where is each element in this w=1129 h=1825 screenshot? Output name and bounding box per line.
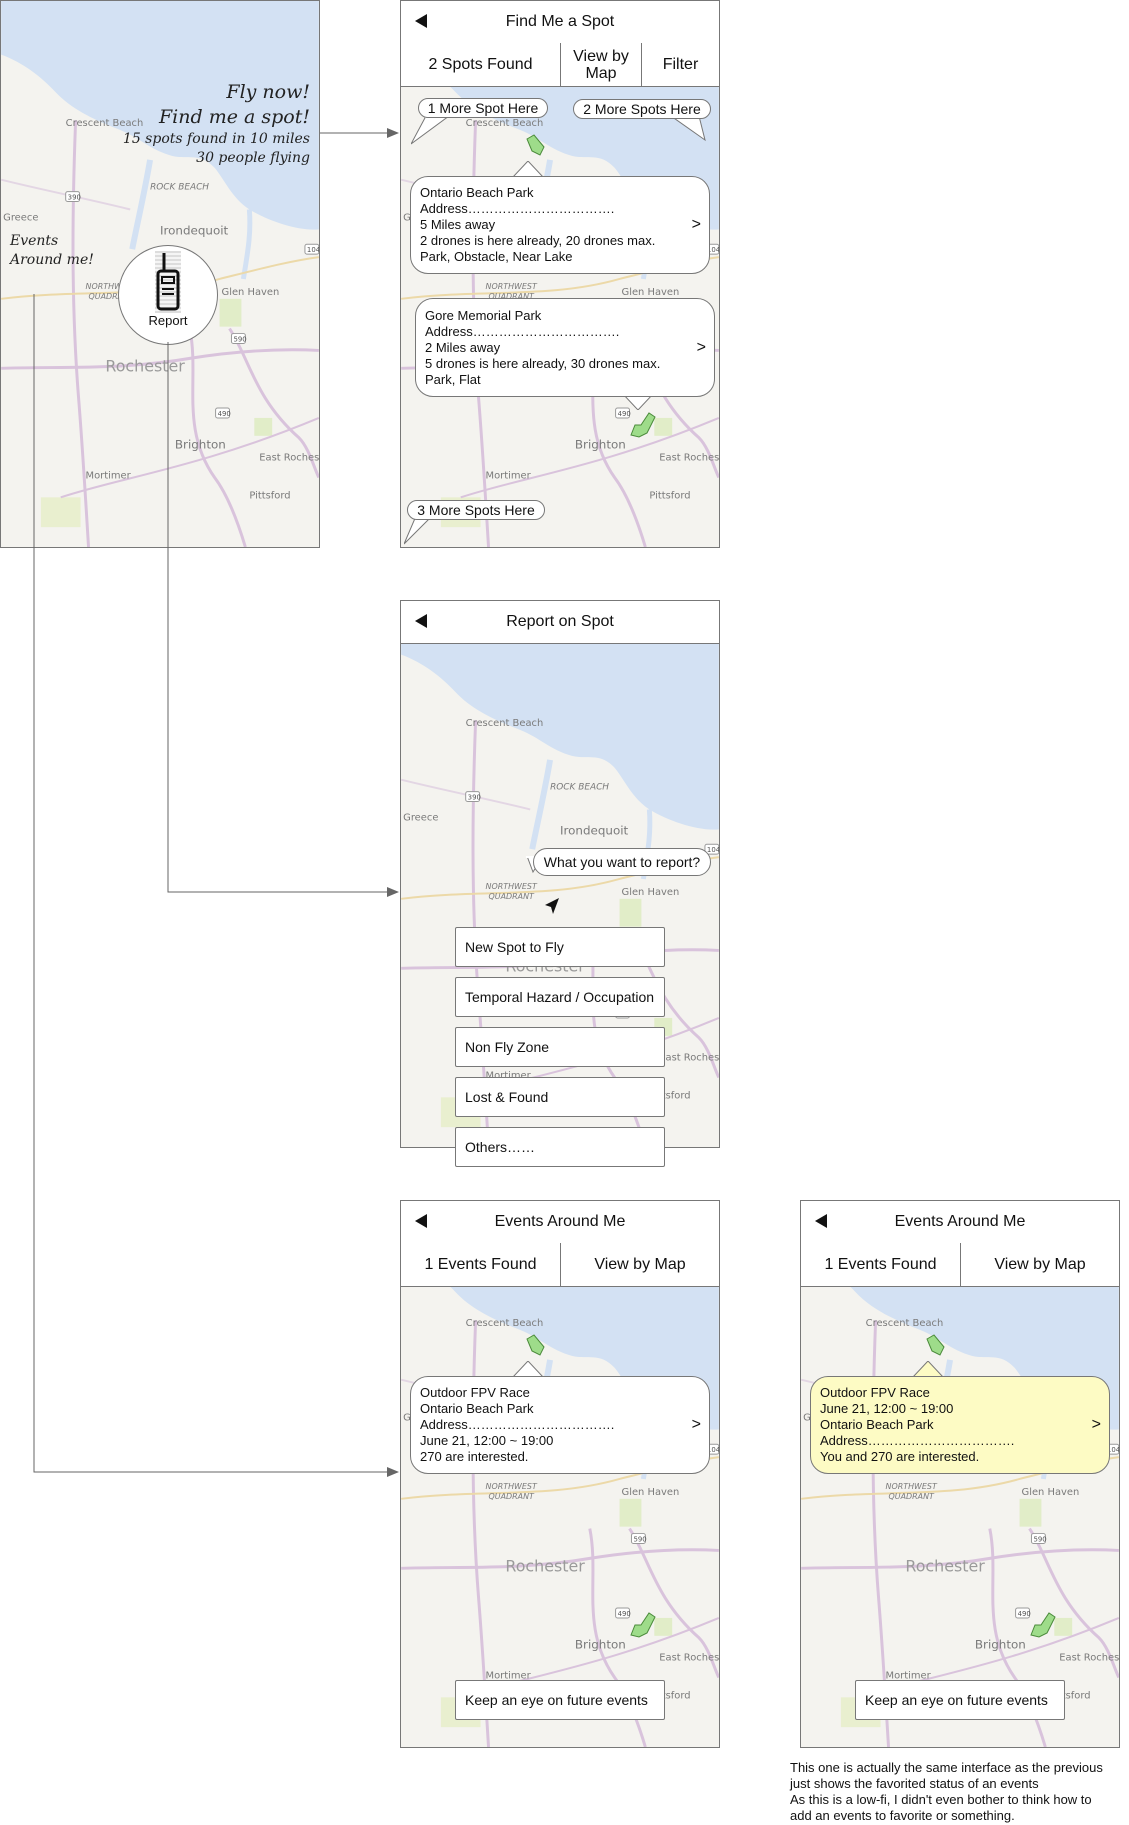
connector-to-report — [167, 342, 399, 897]
flow-connectors — [33, 128, 399, 1477]
connector-to-events — [33, 294, 399, 1477]
